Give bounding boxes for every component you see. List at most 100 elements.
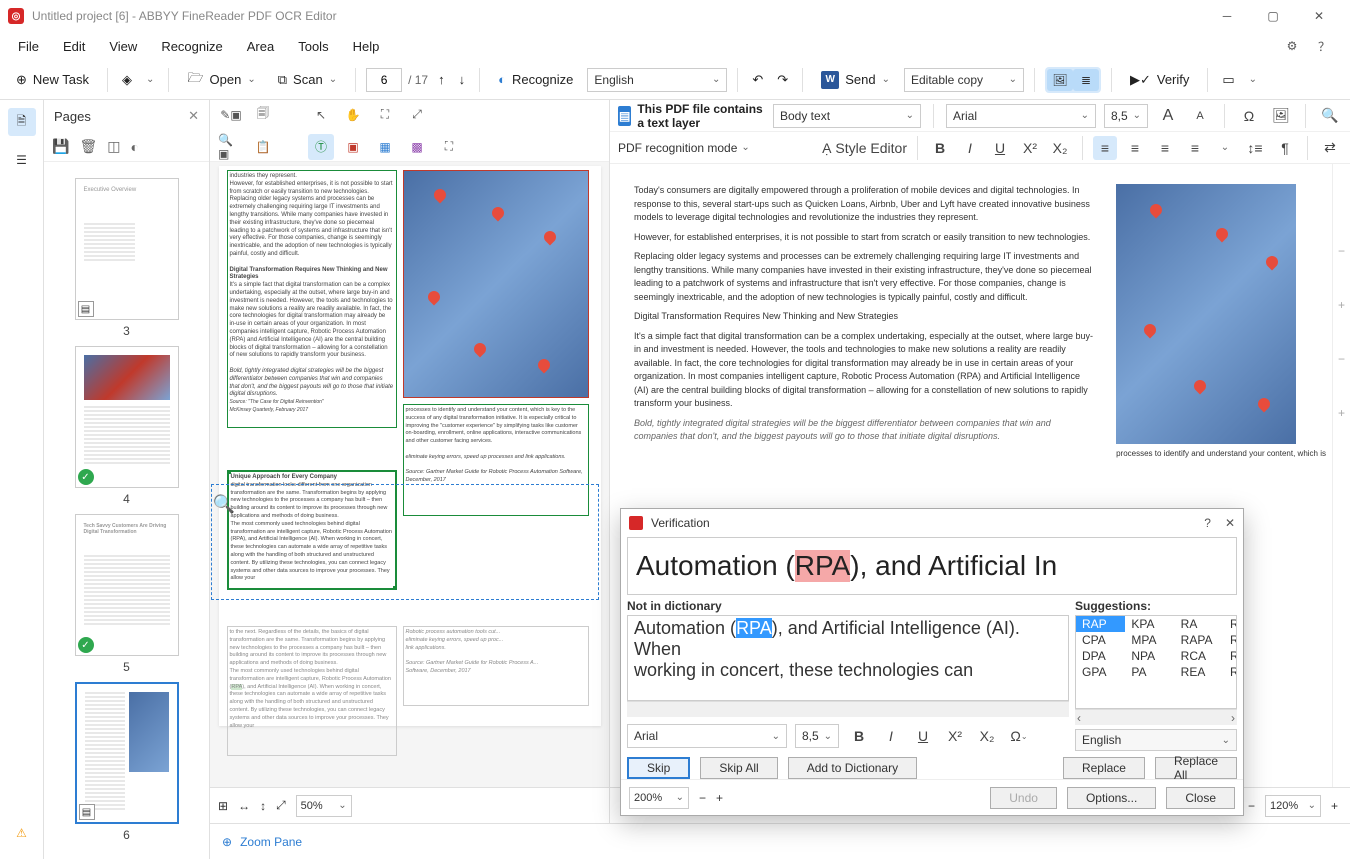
delete-area-tool-icon[interactable]: ⛶ [436, 134, 462, 160]
image-paste-icon[interactable]: 📋 [250, 134, 276, 160]
crop-tool-icon[interactable]: ⛶ [372, 102, 398, 128]
view-image-button[interactable]: 🖼 [1047, 69, 1073, 91]
page-thumbnail[interactable]: ✓ 4 [75, 346, 179, 506]
language-select[interactable]: English ⌄ [587, 68, 727, 92]
options-button[interactable]: Options... [1067, 787, 1156, 809]
page-down-button[interactable]: ↓ [455, 68, 470, 91]
align-justify-button[interactable]: ≡ [1183, 136, 1207, 160]
panel-expand-icon[interactable]: + [1338, 406, 1345, 420]
menu-help[interactable]: Help [343, 35, 390, 58]
verify-button[interactable]: ▶✓ Verify [1122, 68, 1197, 92]
verification-titlebar[interactable]: Verification ? ✕ [621, 509, 1243, 537]
thumbnails-list[interactable]: Executive Overview▤ 3 ✓ 4 Tech Savvy Cus… [44, 162, 209, 859]
ver-superscript-button[interactable]: X² [943, 724, 967, 748]
style-editor-button[interactable]: Ạ Style Editor [822, 136, 907, 160]
image-search-icon[interactable]: 🔍▣ [218, 134, 244, 160]
image-zoom-select[interactable]: 50%⌄ [296, 795, 352, 817]
text-region[interactable]: to the next. Regardless of the details, … [227, 626, 397, 756]
help-button[interactable]: ? [1204, 516, 1211, 530]
help-icon[interactable]: ？ [1314, 36, 1334, 56]
picture-area-tool-icon[interactable]: ▣ [340, 134, 366, 160]
image-edit-icon[interactable]: ✎▣ [218, 102, 244, 128]
save-page-icon[interactable]: 💾 [52, 138, 69, 155]
undo-button[interactable]: Undo [990, 787, 1057, 809]
view-text-button[interactable]: ≣ [1073, 69, 1099, 91]
page-up-button[interactable]: ↑ [434, 68, 449, 91]
bookmarks-tab-button[interactable]: ☰ [8, 146, 36, 174]
text-region[interactable]: industries they represent.However, for e… [227, 170, 397, 428]
verification-zoom-select[interactable]: 200%⌄ [629, 787, 689, 809]
structure-icon[interactable]: ⊞ [218, 799, 228, 813]
verification-language-select[interactable]: English⌄ [1075, 729, 1237, 751]
analyze-page-icon[interactable]: ◫ [107, 138, 120, 155]
bold-button[interactable]: B [928, 136, 952, 160]
suggestions-list[interactable]: RAPKPARAR CPAMPARAPAR DPANPARCAR GPAPARE… [1075, 615, 1237, 709]
align-center-button[interactable]: ≡ [1123, 136, 1147, 160]
highlight-tool-icon[interactable]: ▭ [1218, 68, 1238, 92]
page-thumbnail[interactable]: Executive Overview▤ 3 [75, 178, 179, 338]
ver-zoom-out-button[interactable]: − [699, 791, 706, 805]
zoom-in-button[interactable]: + [1331, 799, 1338, 813]
picture-insert-icon[interactable]: 🖼 [1269, 104, 1293, 128]
delete-page-icon[interactable]: 🗑 [79, 138, 97, 155]
omega-icon[interactable]: Ω [1237, 104, 1261, 128]
text-region[interactable]: Robotic process automation tools cut...e… [403, 626, 589, 706]
pointer-tool-icon[interactable]: ↖ [308, 102, 334, 128]
line-spacing-button[interactable]: ↕≡ [1243, 136, 1267, 160]
recognition-mode-dropdown[interactable]: PDF recognition mode⌄ [618, 141, 750, 155]
decrease-font-icon[interactable]: A [1188, 104, 1212, 128]
menu-view[interactable]: View [99, 35, 147, 58]
close-dialog-button[interactable]: ✕ [1225, 516, 1235, 530]
ver-omega-button[interactable]: Ω⌄ [1007, 724, 1031, 748]
suggestions-scrollbar[interactable]: ‹› [1075, 709, 1237, 725]
save-mode-select[interactable]: Editable copy ⌄ [904, 68, 1024, 92]
superscript-button[interactable]: X² [1018, 136, 1042, 160]
add-pages-dropdown-icon[interactable]: ⌄ [142, 70, 158, 89]
ver-font-select[interactable]: Arial⌄ [627, 724, 787, 748]
hand-tool-icon[interactable]: ✋ [340, 102, 366, 128]
image-canvas[interactable]: industries they represent.However, for e… [210, 162, 609, 787]
table-area-tool-icon[interactable]: ▦ [372, 134, 398, 160]
ver-italic-button[interactable]: I [879, 724, 903, 748]
subscript-button[interactable]: X₂ [1048, 136, 1072, 160]
background-area-tool-icon[interactable]: ▩ [404, 134, 430, 160]
page-thumbnail[interactable]: ▤ 6 [75, 682, 179, 842]
ver-underline-button[interactable]: U [911, 724, 935, 748]
h-scrollbar[interactable] [627, 701, 1069, 717]
more-tools-icon[interactable]: ⌄ [1245, 70, 1261, 89]
menu-edit[interactable]: Edit [53, 35, 95, 58]
replace-all-button[interactable]: Replace All [1155, 757, 1237, 779]
add-to-dictionary-button[interactable]: Add to Dictionary [788, 757, 917, 779]
ver-size-select[interactable]: 8,5⌄ [795, 724, 839, 748]
underline-button[interactable]: U [988, 136, 1012, 160]
send-button[interactable]: W Send ⌄ [813, 67, 898, 93]
pages-tab-button[interactable]: 🗎 [8, 108, 36, 136]
recognize-button[interactable]: ◐ Recognize [490, 68, 581, 91]
open-button[interactable]: 🗁 Open ⌄ [179, 65, 263, 95]
panel-expand-icon[interactable]: − [1338, 352, 1345, 366]
page-number-input[interactable] [366, 68, 402, 92]
panel-expand-icon[interactable]: − [1338, 244, 1345, 258]
align-dropdown-icon[interactable]: ⌄ [1213, 136, 1237, 160]
paragraph-style-select[interactable]: Body text⌄ [773, 104, 921, 128]
move-vert-icon[interactable]: ↕ [260, 799, 266, 813]
image-copy-icon[interactable]: 🗐 [250, 102, 276, 128]
suggestion-item[interactable]: RAP [1076, 616, 1125, 632]
align-left-button[interactable]: ≡ [1093, 136, 1117, 160]
zoom-pane-icon[interactable]: ⊕ [222, 835, 232, 849]
ver-zoom-in-button[interactable]: + [716, 791, 723, 805]
text-area-tool-icon[interactable]: Ⓣ [308, 134, 334, 160]
redo-button[interactable]: ↷ [773, 68, 792, 92]
close-window-button[interactable]: ✕ [1296, 0, 1342, 32]
ver-bold-button[interactable]: B [847, 724, 871, 748]
close-button[interactable]: Close [1166, 787, 1235, 809]
replace-button[interactable]: Replace [1063, 757, 1145, 779]
font-family-select[interactable]: Arial⌄ [946, 104, 1096, 128]
add-pages-icon[interactable]: ◈ [118, 68, 136, 92]
increase-font-icon[interactable]: A [1156, 104, 1180, 128]
panel-expand-icon[interactable]: + [1338, 298, 1345, 312]
move-horiz-icon[interactable]: ↔ [238, 799, 250, 813]
text-zoom-select[interactable]: 120%⌄ [1265, 795, 1321, 817]
page-thumbnail[interactable]: Tech Savvy Customers Are Driving Digital… [75, 514, 179, 674]
verification-textarea[interactable]: Automation (RPA), and Artificial Intelli… [627, 615, 1069, 701]
